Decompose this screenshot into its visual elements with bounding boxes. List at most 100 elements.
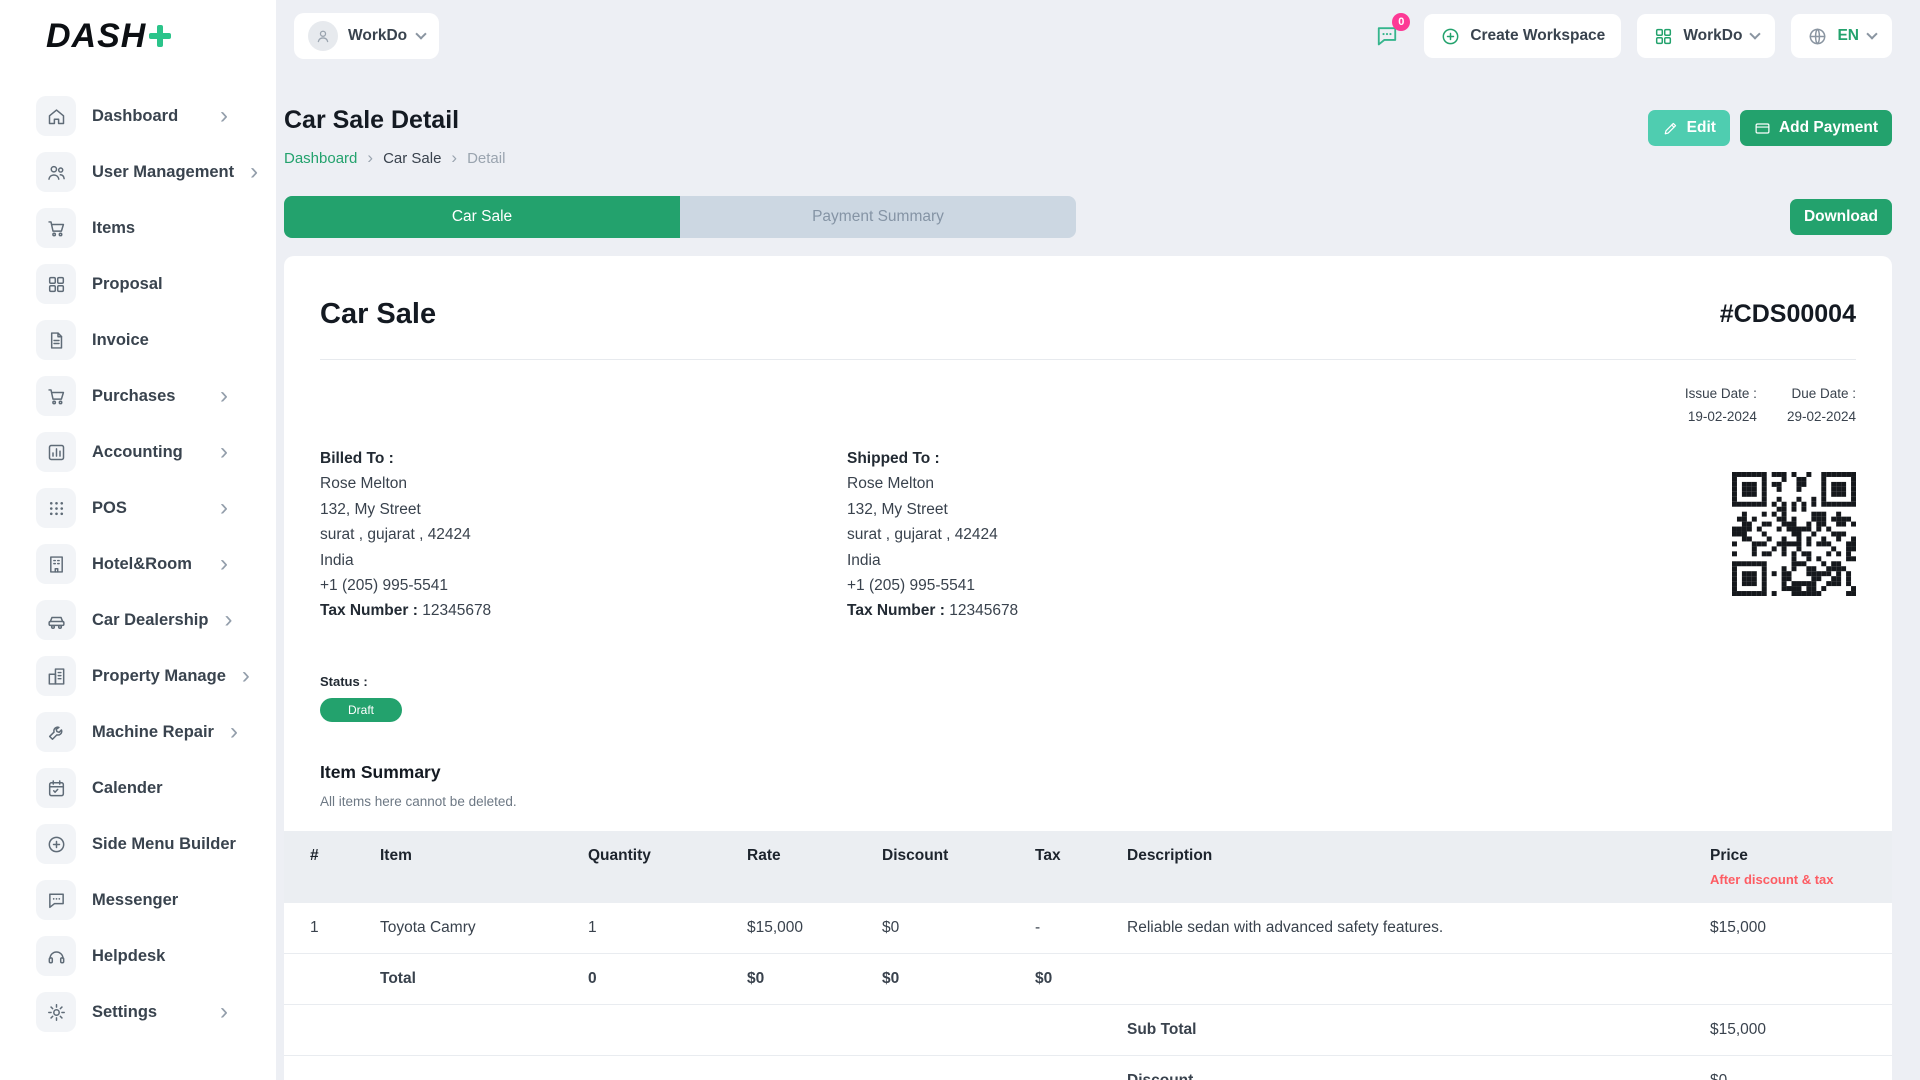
cart-icon <box>46 218 67 239</box>
sidebar-item-proposal[interactable]: Proposal <box>0 256 276 312</box>
header-discount: Discount <box>856 831 1009 903</box>
page-title: Car Sale Detail <box>284 106 505 135</box>
shipped-to-phone: +1 (205) 995-5541 <box>847 575 1374 596</box>
sidebar-item-dashboard[interactable]: Dashboard <box>0 88 276 144</box>
logo-text: DASH <box>46 17 146 56</box>
sidebar-item-label: Helpdesk <box>92 947 204 966</box>
sidebar-item-messenger[interactable]: Messenger <box>0 872 276 928</box>
sidebar-item-user-management[interactable]: User Management <box>0 144 276 200</box>
language-selector[interactable]: EN <box>1791 14 1892 58</box>
sidebar-item-label: Items <box>92 219 204 238</box>
item-name: Toyota Camry <box>354 903 562 954</box>
invoice-title: Car Sale <box>320 298 436 331</box>
chevron-down-icon <box>1866 28 1877 39</box>
header-rate: Rate <box>721 831 856 903</box>
sidebar-item-side-menu-builder[interactable]: Side Menu Builder <box>0 816 276 872</box>
download-button[interactable]: Download <box>1790 199 1892 235</box>
sidebar-item-invoice[interactable]: Invoice <box>0 312 276 368</box>
chevron-right-icon <box>220 1000 228 1024</box>
breadcrumb-current: Detail <box>467 150 505 167</box>
sidebar-item-label: Machine Repair <box>92 723 214 742</box>
status-label: Status : <box>320 674 1856 689</box>
create-workspace-button[interactable]: Create Workspace <box>1424 14 1621 58</box>
building-icon <box>46 554 67 575</box>
billed-to-city: surat , gujarat , 42424 <box>320 524 847 545</box>
chevron-down-icon <box>1750 28 1761 39</box>
sidebar-item-machine-repair[interactable]: Machine Repair <box>0 704 276 760</box>
messages-button[interactable]: 0 <box>1366 15 1408 57</box>
item-rate: $15,000 <box>721 903 856 954</box>
billed-to-label: Billed To : <box>320 448 847 469</box>
car-icon <box>46 610 67 631</box>
breadcrumb-dashboard[interactable]: Dashboard <box>284 150 357 167</box>
dash-logo[interactable]: DASH <box>0 0 276 72</box>
shipped-to-tax: Tax Number : 12345678 <box>847 600 1374 621</box>
sidebar-item-label: Messenger <box>92 891 204 910</box>
workspace-name: WorkDo <box>348 27 407 45</box>
summary-value: $0 <box>1684 1055 1892 1080</box>
issue-date-value: 19-02-2024 <box>1685 409 1757 424</box>
wrench-icon <box>46 722 67 743</box>
sidebar-item-label: Side Menu Builder <box>92 835 236 854</box>
billed-to-phone: +1 (205) 995-5541 <box>320 575 847 596</box>
gear-icon <box>46 1002 67 1023</box>
users-icon <box>46 162 67 183</box>
cart-icon <box>46 386 67 407</box>
tab-payment-summary[interactable]: Payment Summary <box>680 196 1076 238</box>
sidebar-item-purchases[interactable]: Purchases <box>0 368 276 424</box>
sidebar-item-calender[interactable]: Calender <box>0 760 276 816</box>
header-item: Item <box>354 831 562 903</box>
total-discount: $0 <box>856 953 1009 1004</box>
chevron-down-icon <box>415 28 426 39</box>
sidebar-item-label: Hotel&Room <box>92 555 204 574</box>
sidebar-item-settings[interactable]: Settings <box>0 984 276 1040</box>
total-rate: $0 <box>721 953 856 1004</box>
issue-date-label: Issue Date : <box>1685 386 1757 401</box>
sidebar-item-label: Dashboard <box>92 107 204 126</box>
table-header-row: # Item Quantity Rate Discount Tax Descri… <box>284 831 1892 903</box>
sidebar-item-hotel-room[interactable]: Hotel&Room <box>0 536 276 592</box>
item-tax: - <box>1009 903 1101 954</box>
sidebar-item-pos[interactable]: POS <box>0 480 276 536</box>
total-quantity: 0 <box>562 953 721 1004</box>
invoice-card: Car Sale #CDS00004 Billed To : Rose Melt… <box>284 256 1892 1080</box>
divider <box>320 359 1856 360</box>
invoice-dates: Issue Date : 19-02-2024 Due Date : 29-02… <box>1685 386 1856 424</box>
workdo-menu-button[interactable]: WorkDo <box>1637 14 1775 58</box>
main-content: Car Sale Detail Dashboard Car Sale Detai… <box>284 0 1920 1080</box>
sidebar-item-helpdesk[interactable]: Helpdesk <box>0 928 276 984</box>
billed-to-block: Billed To : Rose Melton 132, My Street s… <box>320 448 847 626</box>
sidebar-item-label: Accounting <box>92 443 204 462</box>
sidebar-item-label: Calender <box>92 779 204 798</box>
detail-tabs: Car Sale Payment Summary <box>284 196 1076 238</box>
breadcrumb-car-sale[interactable]: Car Sale <box>383 150 441 167</box>
dots-grid-icon <box>46 498 67 519</box>
add-payment-button[interactable]: Add Payment <box>1740 110 1892 146</box>
sidebar-item-car-dealership[interactable]: Car Dealership <box>0 592 276 648</box>
shipped-to-name: Rose Melton <box>847 473 1374 494</box>
summary-row: Sub Total $15,000 <box>284 1004 1892 1055</box>
header-description: Description <box>1101 831 1684 903</box>
chat-icon <box>46 890 67 911</box>
add-payment-button-label: Add Payment <box>1779 119 1878 137</box>
due-date-label: Due Date : <box>1787 386 1856 401</box>
sidebar-menu: Dashboard User Management Items Proposal… <box>0 72 276 1040</box>
sidebar-item-accounting[interactable]: Accounting <box>0 424 276 480</box>
items-total-row: Total 0 $0 $0 $0 <box>284 953 1892 1004</box>
total-label: Total <box>354 953 562 1004</box>
item-discount: $0 <box>856 903 1009 954</box>
summary-label: Sub Total <box>1101 1004 1684 1055</box>
sidebar-item-property-manage[interactable]: Property Manage <box>0 648 276 704</box>
sidebar-item-label: Car Dealership <box>92 611 208 630</box>
price-subheader: After discount & tax <box>1710 872 1882 887</box>
workspace-selector[interactable]: WorkDo <box>294 13 439 59</box>
edit-button[interactable]: Edit <box>1648 110 1730 146</box>
page-actions: Edit Add Payment <box>1648 110 1892 146</box>
plus-circle-icon <box>46 834 67 855</box>
status-badge: Draft <box>320 698 402 722</box>
item-description: Reliable sedan with advanced safety feat… <box>1101 903 1684 954</box>
sidebar-item-items[interactable]: Items <box>0 200 276 256</box>
sidebar-item-label: Proposal <box>92 275 204 294</box>
tab-car-sale[interactable]: Car Sale <box>284 196 680 238</box>
globe-icon <box>1807 26 1828 47</box>
